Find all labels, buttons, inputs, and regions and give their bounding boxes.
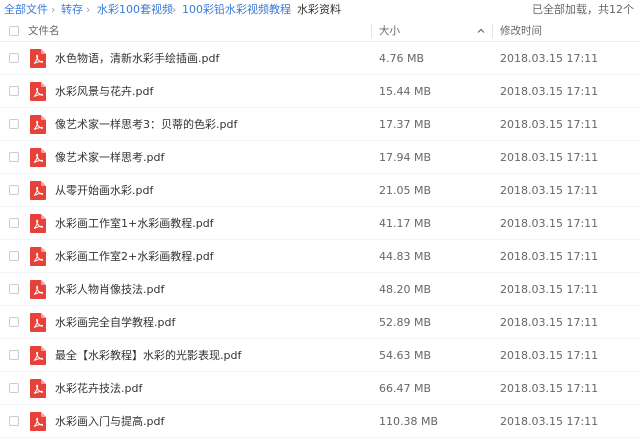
file-row[interactable]: 像艺术家一样思考.pdf 17.94 MB 2018.03.15 17:11: [0, 141, 640, 174]
pdf-icon: [30, 214, 46, 233]
file-name[interactable]: 水彩风景与花卉.pdf: [55, 75, 153, 108]
row-checkbox[interactable]: [9, 383, 19, 393]
file-name[interactable]: 像艺术家一样思考.pdf: [55, 141, 164, 174]
file-row[interactable]: 水彩画入门与提高.pdf 110.38 MB 2018.03.15 17:11: [0, 405, 640, 438]
pdf-icon: [30, 82, 46, 101]
row-checkbox[interactable]: [9, 416, 19, 426]
file-modified-date: 2018.03.15 17:11: [500, 349, 599, 362]
file-name[interactable]: 从零开始画水彩.pdf: [55, 174, 153, 207]
file-row[interactable]: 水彩人物肖像技法.pdf 48.20 MB 2018.03.15 17:11: [0, 273, 640, 306]
file-modified-date: 2018.03.15 17:11: [500, 184, 599, 197]
file-list-page: 全部文件 › 转存 › 水彩100套视频 › 100彩铅水彩视频教程 › 水彩资…: [0, 0, 640, 446]
file-row[interactable]: 水彩画完全自学教程.pdf 52.89 MB 2018.03.15 17:11: [0, 306, 640, 339]
file-modified-date: 2018.03.15 17:11: [500, 118, 599, 131]
pdf-icon: [30, 313, 46, 332]
breadcrumb-separator: ›: [51, 3, 56, 16]
sort-chevron-up-icon[interactable]: [477, 27, 485, 35]
file-size: 15.44 MB: [379, 85, 432, 98]
file-size: 66.47 MB: [379, 382, 432, 395]
row-checkbox[interactable]: [9, 284, 19, 294]
file-name[interactable]: 水彩人物肖像技法.pdf: [55, 273, 164, 306]
row-checkbox[interactable]: [9, 119, 19, 129]
load-status: 已全部加载，共12个: [532, 3, 634, 16]
pdf-icon: [30, 115, 46, 134]
file-name[interactable]: 水彩画工作室2+水彩画教程.pdf: [55, 240, 214, 273]
list-header: 文件名 大小 修改时间: [0, 20, 640, 42]
file-size: 21.05 MB: [379, 184, 432, 197]
pdf-icon: [30, 412, 46, 431]
file-modified-date: 2018.03.15 17:11: [500, 217, 599, 230]
row-checkbox[interactable]: [9, 350, 19, 360]
file-name[interactable]: 水彩画工作室1+水彩画教程.pdf: [55, 207, 214, 240]
breadcrumb-item-current: 水彩资料: [297, 3, 341, 16]
file-size: 54.63 MB: [379, 349, 432, 362]
file-name[interactable]: 水彩画入门与提高.pdf: [55, 405, 164, 438]
file-modified-date: 2018.03.15 17:11: [500, 415, 599, 428]
file-row[interactable]: 像艺术家一样思考3：贝蒂的色彩.pdf 17.37 MB 2018.03.15 17…: [0, 108, 640, 141]
file-size: 17.37 MB: [379, 118, 432, 131]
file-row[interactable]: 水色物语，清新水彩手绘插画.pdf 4.76 MB 2018.03.15 17:11: [0, 42, 640, 75]
file-modified-date: 2018.03.15 17:11: [500, 52, 599, 65]
row-checkbox[interactable]: [9, 86, 19, 96]
file-modified-date: 2018.03.15 17:11: [500, 382, 599, 395]
select-all-checkbox[interactable]: [9, 26, 19, 36]
column-header-date[interactable]: 修改时间: [500, 20, 542, 42]
row-checkbox[interactable]: [9, 317, 19, 327]
breadcrumb-item-video-course[interactable]: 100彩铅水彩视频教程: [182, 0, 291, 20]
file-size: 110.38 MB: [379, 415, 439, 428]
file-modified-date: 2018.03.15 17:11: [500, 85, 599, 98]
file-name[interactable]: 最全【水彩教程】水彩的光影表现.pdf: [55, 339, 241, 372]
breadcrumb-item-transfer[interactable]: 转存: [61, 0, 83, 20]
file-name[interactable]: 水彩画完全自学教程.pdf: [55, 306, 175, 339]
pdf-icon: [30, 181, 46, 200]
file-size: 41.17 MB: [379, 217, 432, 230]
file-row[interactable]: 水彩画工作室2+水彩画教程.pdf 44.83 MB 2018.03.15 17:1…: [0, 240, 640, 273]
column-divider: [492, 24, 493, 38]
file-row[interactable]: 从零开始画水彩.pdf 21.05 MB 2018.03.15 17:11: [0, 174, 640, 207]
column-header-name[interactable]: 文件名: [28, 20, 60, 42]
column-divider: [371, 24, 372, 38]
file-row[interactable]: 最全【水彩教程】水彩的光影表现.pdf 54.63 MB 2018.03.15 17…: [0, 339, 640, 372]
file-modified-date: 2018.03.15 17:11: [500, 250, 599, 263]
row-checkbox[interactable]: [9, 53, 19, 63]
file-size: 44.83 MB: [379, 250, 432, 263]
pdf-icon: [30, 379, 46, 398]
file-size: 17.94 MB: [379, 151, 432, 164]
row-checkbox[interactable]: [9, 218, 19, 228]
file-row[interactable]: 水彩画工作室1+水彩画教程.pdf 41.17 MB 2018.03.15 17:1…: [0, 207, 640, 240]
pdf-icon: [30, 346, 46, 365]
file-modified-date: 2018.03.15 17:11: [500, 283, 599, 296]
file-size: 48.20 MB: [379, 283, 432, 296]
pdf-icon: [30, 280, 46, 299]
file-row[interactable]: 水彩花卉技法.pdf 66.47 MB 2018.03.15 17:11: [0, 372, 640, 405]
file-size: 4.76 MB: [379, 52, 425, 65]
file-name[interactable]: 像艺术家一样思考3：贝蒂的色彩.pdf: [55, 108, 237, 141]
file-size: 52.89 MB: [379, 316, 432, 329]
breadcrumb-separator: ›: [287, 3, 292, 16]
file-modified-date: 2018.03.15 17:11: [500, 151, 599, 164]
pdf-icon: [30, 148, 46, 167]
row-checkbox[interactable]: [9, 185, 19, 195]
breadcrumb-item-all-files[interactable]: 全部文件: [4, 0, 48, 20]
column-header-size[interactable]: 大小: [379, 20, 400, 42]
row-checkbox[interactable]: [9, 251, 19, 261]
pdf-icon: [30, 247, 46, 266]
breadcrumb: 全部文件 › 转存 › 水彩100套视频 › 100彩铅水彩视频教程 › 水彩资…: [0, 0, 640, 20]
file-row[interactable]: 水彩风景与花卉.pdf 15.44 MB 2018.03.15 17:11: [0, 75, 640, 108]
breadcrumb-separator: ›: [86, 3, 91, 16]
pdf-icon: [30, 49, 46, 68]
breadcrumb-separator: ›: [172, 3, 177, 16]
file-name[interactable]: 水色物语，清新水彩手绘插画.pdf: [55, 42, 219, 75]
file-modified-date: 2018.03.15 17:11: [500, 316, 599, 329]
breadcrumb-item-watercolor-100[interactable]: 水彩100套视频: [97, 0, 173, 20]
file-name[interactable]: 水彩花卉技法.pdf: [55, 372, 142, 405]
row-checkbox[interactable]: [9, 152, 19, 162]
